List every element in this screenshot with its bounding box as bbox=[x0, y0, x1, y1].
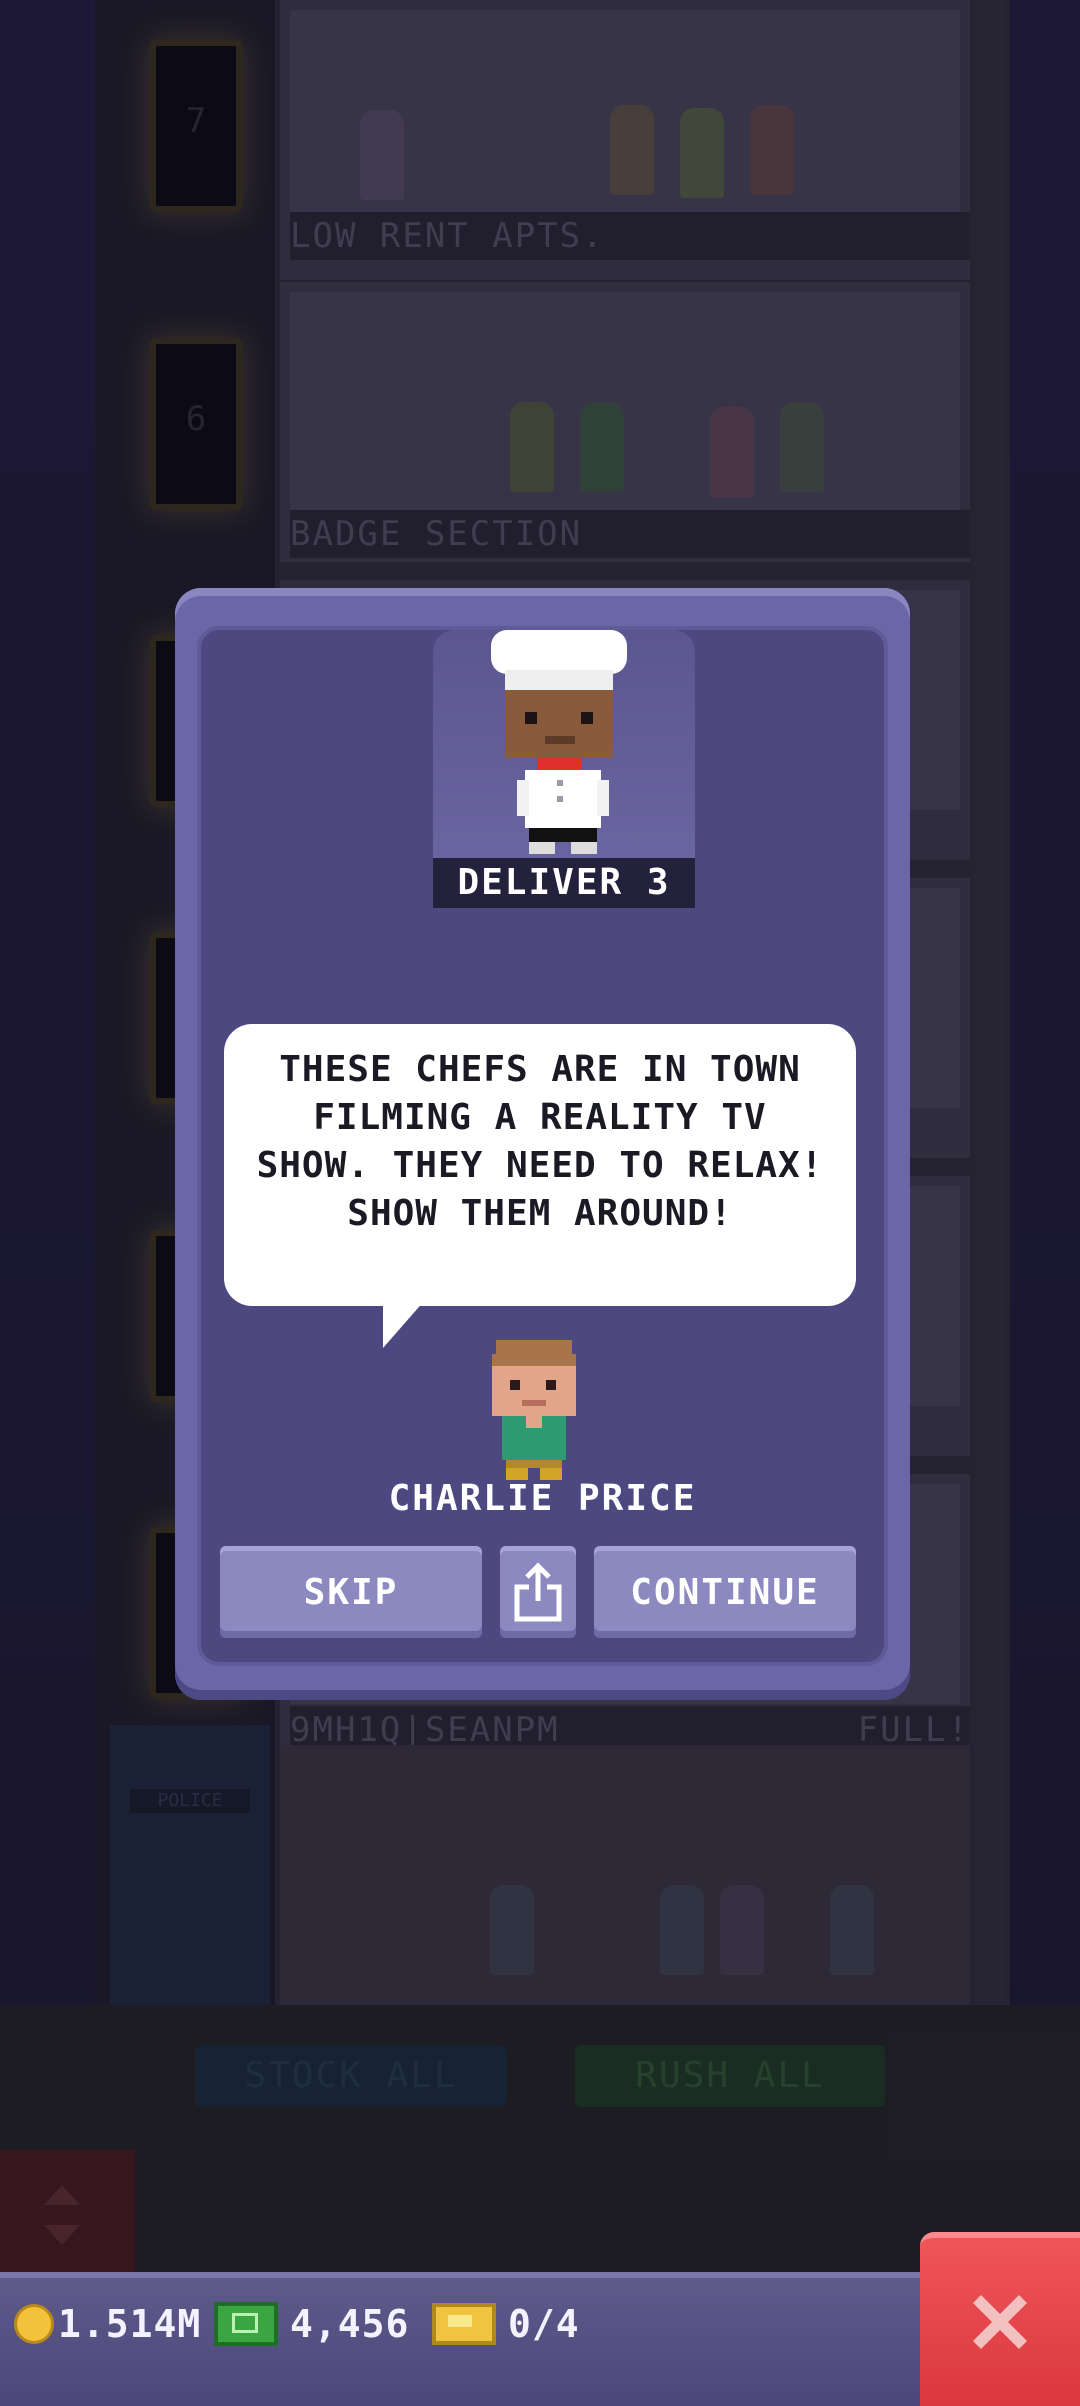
share-button[interactable] bbox=[500, 1546, 576, 1638]
close-icon bbox=[973, 2295, 1027, 2349]
npc-avatar-icon bbox=[492, 1340, 576, 1480]
skip-label: SKIP bbox=[303, 1571, 399, 1613]
coin-icon bbox=[14, 2304, 54, 2344]
continue-label: CONTINUE bbox=[630, 1571, 820, 1613]
tickets-value: 0/4 bbox=[508, 2302, 580, 2346]
chef-sprite-icon bbox=[491, 630, 627, 854]
status-bar: 1.514M 4,456 0/4 bbox=[0, 2272, 935, 2406]
skip-button[interactable]: SKIP bbox=[220, 1546, 482, 1638]
mission-message: THESE CHEFS ARE IN TOWN FILMING A REALIT… bbox=[256, 1049, 824, 1234]
speech-bubble: THESE CHEFS ARE IN TOWN FILMING A REALIT… bbox=[224, 1024, 856, 1306]
bux-counter: 4,456 bbox=[214, 2296, 409, 2352]
coins-counter: 1.514M bbox=[14, 2296, 201, 2352]
cash-icon bbox=[214, 2302, 278, 2346]
share-icon bbox=[514, 1562, 562, 1622]
mission-label: DELIVER 3 bbox=[433, 858, 695, 908]
continue-button[interactable]: CONTINUE bbox=[594, 1546, 856, 1638]
tickets-counter: 0/4 bbox=[432, 2296, 580, 2352]
close-button[interactable] bbox=[920, 2232, 1080, 2406]
bux-value: 4,456 bbox=[290, 2302, 410, 2346]
speech-bubble-tail bbox=[383, 1300, 425, 1348]
ticket-icon bbox=[432, 2303, 496, 2345]
coins-value: 1.514M bbox=[58, 2302, 202, 2346]
npc-name: CHARLIE PRICE bbox=[388, 1478, 697, 1519]
